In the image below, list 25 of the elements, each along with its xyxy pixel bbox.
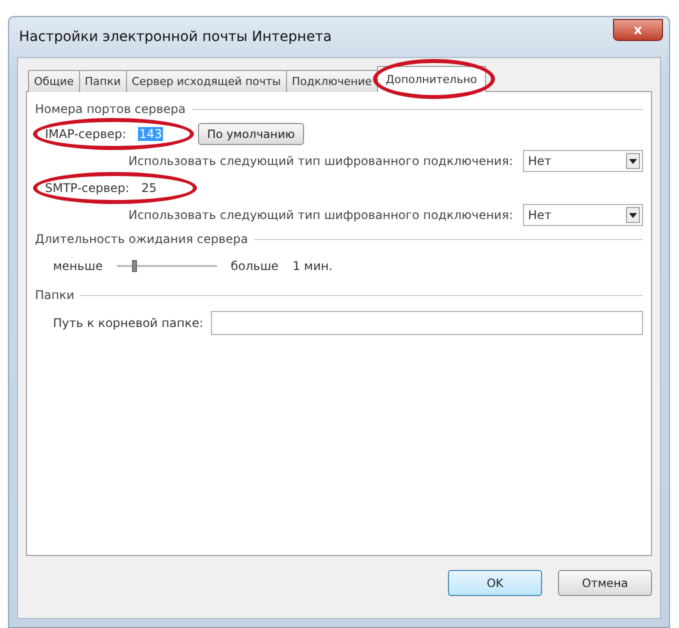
tab[interactable]: Сервер исходящей почты xyxy=(126,70,287,92)
tab[interactable]: Папки xyxy=(78,70,127,92)
encryption-dropdown[interactable]: Нет xyxy=(523,150,643,172)
slider-max-label: больше xyxy=(230,259,279,273)
slider-min-label: меньше xyxy=(53,259,103,273)
root-folder-field[interactable] xyxy=(211,311,643,335)
default-button[interactable]: По умолчанию xyxy=(198,123,304,145)
tab[interactable]: Подключение xyxy=(286,70,378,92)
ok-button[interactable]: OK xyxy=(448,570,542,596)
slider-thumb[interactable] xyxy=(132,260,137,272)
encryption-dropdown[interactable]: Нет xyxy=(523,204,643,226)
port-label: SMTP-сервер: xyxy=(45,181,130,195)
tab[interactable]: Общие xyxy=(28,70,80,92)
root-folder-label: Путь к корневой папке: xyxy=(53,316,204,330)
group-label: Папки xyxy=(35,288,74,302)
port-field[interactable]: 25 xyxy=(137,179,186,197)
group-label: Длительность ожидания сервера xyxy=(35,232,248,246)
group-label: Номера портов сервера xyxy=(35,102,186,116)
cancel-button[interactable]: Отмена xyxy=(558,570,652,596)
encryption-label: Использовать следующий тип шифрованного подключения: xyxy=(128,154,513,168)
window-title: Настройки электронной почты Интернета xyxy=(19,29,332,45)
encryption-label: Использовать следующий тип шифрованного подключения: xyxy=(128,208,513,222)
port-label: IMAP-сервер: xyxy=(45,127,126,141)
timeout-value: 1 мин. xyxy=(292,259,333,273)
tab[interactable]: Дополнительно xyxy=(376,66,486,92)
